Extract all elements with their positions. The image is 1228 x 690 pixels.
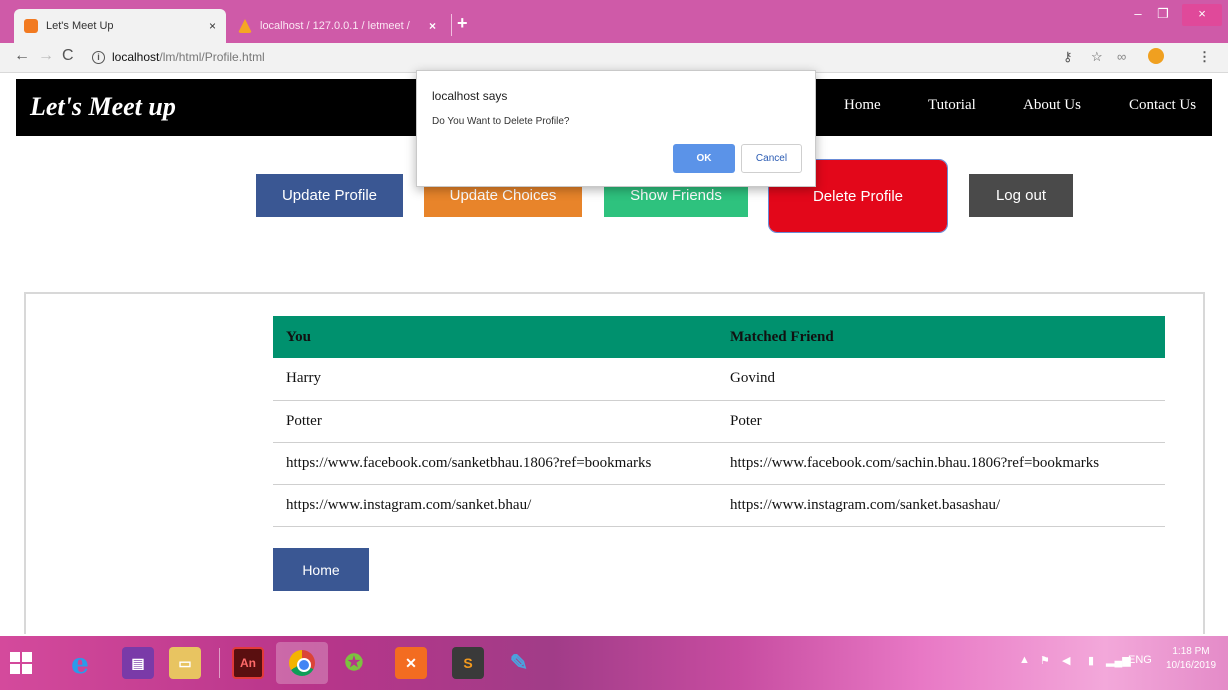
- address-bar: ← → C i localhost/lm/html/Profile.html ⚷…: [0, 43, 1228, 73]
- xampp-icon[interactable]: ✕: [395, 647, 427, 679]
- browser-tab-strip: Let's Meet Up × localhost / 127.0.0.1 / …: [0, 0, 1228, 43]
- url-path: /lm/html/Profile.html: [159, 50, 265, 64]
- minimize-button[interactable]: –: [1128, 4, 1148, 26]
- url-field[interactable]: localhost/lm/html/Profile.html: [112, 50, 265, 64]
- forward-arrow-icon[interactable]: →: [38, 47, 54, 65]
- tab-close-icon[interactable]: ×: [209, 19, 216, 33]
- home-button[interactable]: Home: [273, 548, 369, 591]
- windows-taskbar: e ▤ ▭ An ✪ ✕ S ✎ ▲ ⚑ ◀ ▮ ▂▄▆ ENG 1:18 PM…: [0, 636, 1228, 690]
- table-cell: Govind: [717, 358, 1165, 401]
- phpmyadmin-favicon-icon: [238, 19, 252, 33]
- file-explorer-icon[interactable]: ▭: [169, 647, 201, 679]
- xampp-favicon-icon: [24, 19, 38, 33]
- clock-date: 10/16/2019: [1165, 660, 1217, 671]
- tab-title: Let's Meet Up: [46, 20, 114, 32]
- table-cell: Harry: [273, 358, 717, 401]
- tab-title: localhost / 127.0.0.1 / letmeet /: [260, 20, 410, 32]
- dialog-ok-button[interactable]: OK: [673, 144, 735, 173]
- taskbar-clock[interactable]: 1:18 PM 10/16/2019: [1158, 645, 1224, 673]
- action-center-flag-icon[interactable]: ⚑: [1040, 654, 1050, 667]
- confirm-dialog: localhost says Do You Want to Delete Pro…: [416, 70, 816, 187]
- table-cell: https://www.instagram.com/sanket.bhau/: [273, 484, 717, 527]
- clock-time: 1:18 PM: [1172, 646, 1210, 657]
- extension-icon[interactable]: [1148, 48, 1164, 64]
- tab-close-icon[interactable]: ×: [429, 19, 436, 33]
- windows-start-icon[interactable]: [10, 652, 32, 674]
- tab-phpmyadmin[interactable]: localhost / 127.0.0.1 / letmeet / ×: [228, 9, 446, 43]
- show-hidden-icons-icon[interactable]: ▲: [1019, 654, 1030, 666]
- battery-icon[interactable]: ▮: [1088, 654, 1094, 667]
- new-tab-button[interactable]: +: [457, 13, 468, 34]
- table-row: Harry Govind: [273, 358, 1165, 401]
- table-header-row: You Matched Friend: [273, 316, 1165, 358]
- table-cell: https://www.facebook.com/sanketbhau.1806…: [273, 442, 717, 485]
- logout-button[interactable]: Log out: [969, 174, 1073, 217]
- bookmark-star-icon[interactable]: ☆: [1091, 49, 1103, 65]
- tab-lets-meet-up[interactable]: Let's Meet Up ×: [14, 9, 226, 43]
- table-cell: Potter: [273, 400, 717, 443]
- table-row: https://www.facebook.com/sanketbhau.1806…: [273, 442, 1165, 485]
- android-studio-icon[interactable]: ✪: [338, 647, 370, 679]
- volume-icon[interactable]: ◀: [1062, 654, 1070, 667]
- table-cell: https://www.instagram.com/sanket.basasha…: [717, 484, 1165, 527]
- taskbar-divider: [219, 648, 220, 678]
- infinity-extension-icon[interactable]: ∞: [1117, 49, 1126, 64]
- kebab-menu-icon[interactable]: ⋮: [1198, 49, 1211, 65]
- key-icon[interactable]: ⚷: [1063, 49, 1073, 65]
- sublime-text-icon[interactable]: S: [452, 647, 484, 679]
- chrome-icon[interactable]: [276, 642, 328, 684]
- back-arrow-icon[interactable]: ←: [14, 47, 30, 65]
- adobe-animate-icon[interactable]: An: [232, 647, 264, 679]
- url-host: localhost: [112, 50, 160, 64]
- info-icon[interactable]: i: [92, 51, 105, 64]
- column-header-matched-friend: Matched Friend: [717, 316, 1165, 358]
- update-profile-button[interactable]: Update Profile: [256, 174, 403, 217]
- dialog-title: localhost says: [432, 89, 508, 103]
- tab-divider: [451, 14, 452, 36]
- close-window-button[interactable]: ×: [1182, 4, 1222, 26]
- nav-tutorial[interactable]: Tutorial: [928, 97, 976, 114]
- paint-icon[interactable]: ✎: [503, 647, 535, 679]
- reload-icon[interactable]: C: [62, 47, 74, 65]
- dialog-cancel-button[interactable]: Cancel: [741, 144, 802, 173]
- dialog-message: Do You Want to Delete Profile?: [432, 116, 570, 127]
- nav-about-us[interactable]: About Us: [1023, 97, 1081, 114]
- maximize-button[interactable]: ❐: [1153, 4, 1173, 26]
- internet-explorer-icon[interactable]: e: [64, 647, 96, 680]
- table-cell: https://www.facebook.com/sachin.bhau.180…: [717, 442, 1165, 485]
- network-signal-icon[interactable]: ▂▄▆: [1106, 654, 1131, 667]
- table-cell: Poter: [717, 400, 1165, 443]
- nav-contact-us[interactable]: Contact Us: [1129, 97, 1196, 114]
- table-row: https://www.instagram.com/sanket.bhau/ h…: [273, 484, 1165, 527]
- match-table: You Matched Friend Harry Govind Potter P…: [273, 316, 1165, 527]
- column-header-you: You: [273, 316, 717, 358]
- chrome-logo-icon: [289, 650, 315, 676]
- winrar-icon[interactable]: ▤: [122, 647, 154, 679]
- nav-home[interactable]: Home: [844, 97, 881, 114]
- site-brand[interactable]: Let's Meet up: [30, 92, 176, 122]
- language-indicator[interactable]: ENG: [1128, 654, 1152, 666]
- table-row: Potter Poter: [273, 400, 1165, 443]
